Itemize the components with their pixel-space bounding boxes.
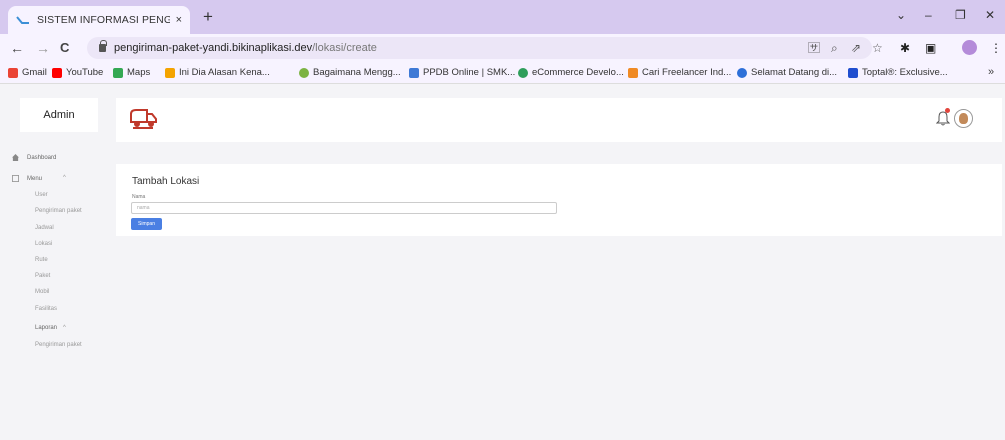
page-content: Admin Dashboard Menu ^ User Pengiriman p… bbox=[0, 84, 1005, 440]
chevron-up-icon[interactable]: ^ bbox=[63, 325, 66, 331]
name-field-label: Nama bbox=[132, 194, 146, 200]
ppdb-icon bbox=[409, 67, 419, 78]
restore-button[interactable]: ❐ bbox=[955, 8, 966, 22]
bookmark-maps[interactable]: Maps bbox=[113, 67, 150, 78]
sidebar-section-menu[interactable]: Menu bbox=[12, 175, 42, 182]
bookmark-toptal[interactable]: Toptal®: Exclusive... bbox=[848, 67, 948, 78]
side-panel-icon[interactable]: ▣ bbox=[925, 40, 936, 56]
globe-icon bbox=[737, 67, 747, 78]
bookmark-star-icon[interactable]: ☆ bbox=[872, 40, 883, 56]
translate-icon[interactable]: 🈂 bbox=[808, 40, 820, 56]
back-button[interactable]: ← bbox=[10, 40, 24, 56]
pinwheel-icon bbox=[165, 67, 175, 78]
toptal-icon bbox=[848, 67, 858, 78]
sidebar-item-fasilitas[interactable]: Fasilitas bbox=[35, 306, 57, 312]
sidebar: Dashboard Menu ^ User Pengiriman paket J… bbox=[0, 84, 110, 440]
close-window-button[interactable]: ✕ bbox=[985, 8, 995, 22]
name-field[interactable] bbox=[131, 202, 557, 214]
bookmark-gmail[interactable]: Gmail bbox=[8, 67, 47, 78]
browser-toolbar: ← → C pengiriman-paket-yandi.bikinaplika… bbox=[0, 34, 1005, 62]
reload-button[interactable]: C bbox=[60, 40, 69, 56]
sidebar-item-dashboard[interactable]: Dashboard bbox=[12, 154, 56, 161]
sidebar-item-jadwal[interactable]: Jadwal bbox=[35, 225, 54, 231]
ecommerce-icon bbox=[518, 67, 528, 78]
lock-icon[interactable] bbox=[99, 40, 107, 52]
freelancer-icon bbox=[628, 67, 638, 78]
user-avatar[interactable] bbox=[954, 109, 973, 128]
extensions-icon[interactable]: ✱ bbox=[900, 40, 910, 56]
sidebar-item-user[interactable]: User bbox=[35, 192, 48, 198]
home-icon bbox=[12, 154, 19, 161]
sidebar-item-rute[interactable]: Rute bbox=[35, 257, 48, 263]
delivery-truck-logo-icon[interactable] bbox=[128, 106, 158, 130]
gmail-icon bbox=[8, 67, 18, 78]
sidebar-item-paket[interactable]: Paket bbox=[35, 273, 50, 279]
save-button[interactable]: Simpan bbox=[131, 218, 162, 230]
sidebar-item-mobil[interactable]: Mobil bbox=[35, 289, 49, 295]
chevron-up-icon[interactable]: ^ bbox=[63, 175, 66, 181]
bookmark-ppdb[interactable]: PPDB Online | SMK... bbox=[409, 67, 515, 78]
minimize-button[interactable]: – bbox=[925, 8, 932, 22]
bookmark-freelancer[interactable]: Cari Freelancer Ind... bbox=[628, 67, 731, 78]
sidebar-item-pengiriman-paket[interactable]: Pengiriman paket bbox=[35, 208, 82, 214]
profile-avatar-icon[interactable] bbox=[962, 40, 977, 55]
tab-close-icon[interactable]: × bbox=[176, 14, 182, 26]
top-navbar bbox=[116, 98, 1002, 142]
sidebar-section-laporan[interactable]: Laporan bbox=[35, 325, 57, 331]
leaf-icon bbox=[299, 67, 309, 78]
add-location-card: Tambah Lokasi Nama Simpan bbox=[116, 164, 1002, 236]
sidebar-item-lokasi[interactable]: Lokasi bbox=[35, 241, 52, 247]
tab-title: SISTEM INFORMASI PENGIRIMAN bbox=[37, 14, 170, 26]
address-bar[interactable]: pengiriman-paket-yandi.bikinaplikasi.dev… bbox=[87, 37, 872, 59]
more-bookmarks-icon[interactable]: » bbox=[988, 66, 994, 78]
tab-search-icon[interactable]: ⌄ bbox=[896, 8, 906, 22]
share-icon[interactable]: ⇗ bbox=[851, 40, 861, 56]
avatar-face-icon bbox=[959, 113, 968, 124]
browser-tab[interactable]: SISTEM INFORMASI PENGIRIMAN × bbox=[8, 6, 190, 34]
maps-icon bbox=[113, 67, 123, 78]
sidebar-item-laporan-pengiriman-paket[interactable]: Pengiriman paket bbox=[35, 342, 82, 348]
grid-icon bbox=[12, 175, 19, 182]
url-path: /lokasi/create bbox=[312, 42, 377, 54]
bookmark-youtube[interactable]: YouTube bbox=[52, 67, 103, 78]
bookmark-selamat-datang[interactable]: Selamat Datang di... bbox=[737, 67, 837, 78]
youtube-icon bbox=[52, 67, 62, 78]
new-tab-button[interactable]: + bbox=[203, 8, 213, 25]
page-title: Tambah Lokasi bbox=[132, 176, 200, 187]
notification-dot bbox=[945, 108, 950, 113]
bookmark-bagaimana[interactable]: Bagaimana Mengg... bbox=[299, 67, 401, 78]
bookmark-ini-dia[interactable]: Ini Dia Alasan Kena... bbox=[165, 67, 270, 78]
bookmark-ecommerce[interactable]: eCommerce Develo... bbox=[518, 67, 624, 78]
browser-menu-icon[interactable]: ⋮ bbox=[990, 40, 1002, 56]
zoom-icon[interactable]: ⌕ bbox=[831, 40, 838, 56]
site-favicon-icon bbox=[16, 16, 29, 24]
bookmarks-bar: Gmail YouTube Maps Ini Dia Alasan Kena..… bbox=[0, 62, 1005, 84]
browser-tab-strip: SISTEM INFORMASI PENGIRIMAN × + ⌄ – ❐ ✕ bbox=[0, 0, 1005, 34]
forward-button[interactable]: → bbox=[36, 40, 50, 56]
url-host: pengiriman-paket-yandi.bikinaplikasi.dev bbox=[114, 42, 313, 54]
